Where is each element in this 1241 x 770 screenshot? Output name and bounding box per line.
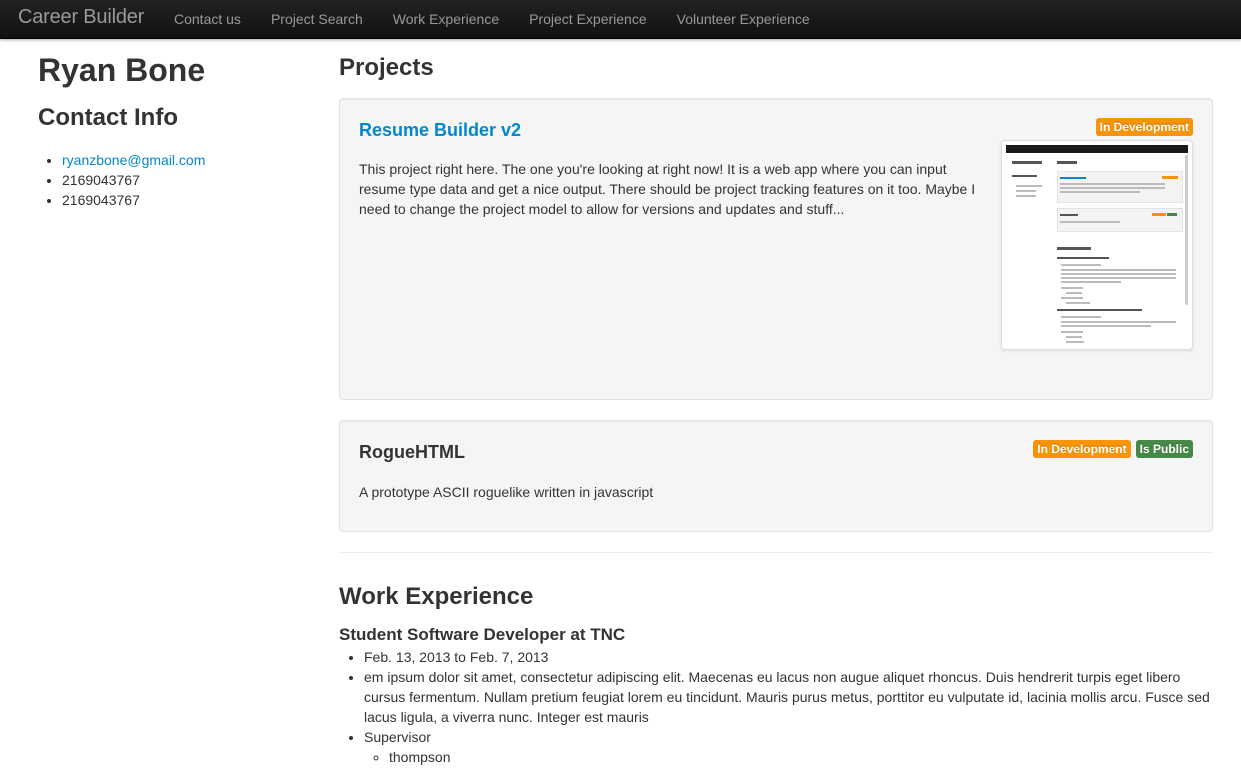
- supervisor-label: Supervisor: [364, 729, 431, 745]
- status-badge: In Development: [1095, 118, 1193, 136]
- nav-menu: Contact us Project Search Work Experienc…: [159, 0, 825, 38]
- section-divider: [339, 552, 1213, 553]
- person-name: Ryan Bone: [38, 52, 206, 88]
- project-screenshot-thumbnail[interactable]: [1001, 140, 1193, 350]
- sidebar: Ryan Bone Contact Info ryanzbone@gmail.c…: [38, 48, 298, 210]
- nav-item-project-experience[interactable]: Project Experience: [514, 0, 662, 38]
- job-description: em ipsum dolor sit amet, consectetur adi…: [364, 667, 1213, 727]
- job-details-list: Feb. 13, 2013 to Feb. 7, 2013 em ipsum d…: [339, 647, 1213, 767]
- contact-list: ryanzbone@gmail.com 2169043767 216904376…: [38, 150, 298, 210]
- supervisor-name: thompson: [389, 747, 1213, 767]
- job-dates: Feb. 13, 2013 to Feb. 7, 2013: [364, 647, 1213, 667]
- contact-item-phone: 2169043767: [62, 190, 298, 210]
- project-title-link[interactable]: Resume Builder v2: [359, 119, 521, 141]
- projects-heading: Projects: [339, 54, 434, 81]
- nav-item-contact-us[interactable]: Contact us: [159, 0, 256, 38]
- project-card: Resume Builder v2 In Development This pr…: [339, 98, 1213, 400]
- email-link[interactable]: ryanzbone@gmail.com: [62, 152, 205, 168]
- project-description: A prototype ASCII roguelike written in j…: [359, 484, 654, 500]
- nav-item-project-search[interactable]: Project Search: [256, 0, 378, 38]
- contact-item-phone: 2169043767: [62, 170, 298, 190]
- brand-link[interactable]: Career Builder: [18, 6, 144, 29]
- contact-item-email: ryanzbone@gmail.com: [62, 150, 298, 170]
- job-supervisor-item: Supervisor thompson: [364, 727, 1213, 767]
- project-title: RogueHTML: [359, 442, 465, 462]
- nav-item-work-experience[interactable]: Work Experience: [378, 0, 514, 38]
- project-description: This project right here. The one you're …: [359, 161, 976, 217]
- nav-item-volunteer-experience[interactable]: Volunteer Experience: [662, 0, 825, 38]
- badge-group: In Development: [1095, 118, 1193, 136]
- status-badge: In Development: [1033, 440, 1131, 458]
- job-title: Student Software Developer at TNC: [339, 625, 626, 644]
- top-navbar: Career Builder Contact us Project Search…: [0, 0, 1241, 39]
- project-card: RogueHTML In Development Is Public A pro…: [339, 420, 1213, 532]
- main-content: Projects Resume Builder v2 In Developmen…: [339, 48, 1213, 767]
- badge-group: In Development Is Public: [1033, 440, 1193, 458]
- public-badge: Is Public: [1135, 440, 1193, 458]
- contact-info-heading: Contact Info: [38, 104, 178, 131]
- supervisor-list: thompson: [364, 747, 1213, 767]
- work-experience-heading: Work Experience: [339, 583, 534, 610]
